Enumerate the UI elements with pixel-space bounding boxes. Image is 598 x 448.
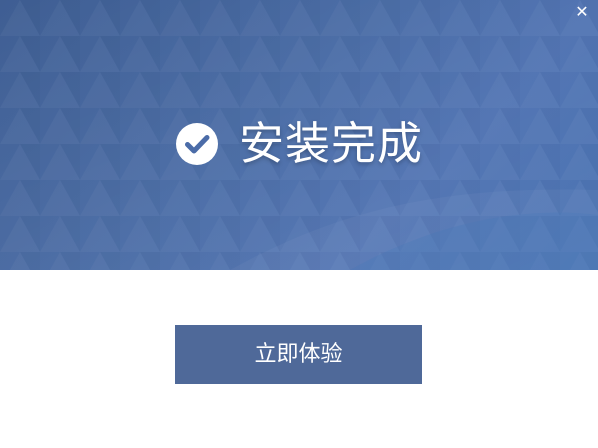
check-circle-icon	[175, 123, 218, 165]
try-now-button[interactable]: 立即体验	[175, 325, 422, 384]
page-title: 安装完成	[238, 117, 423, 170]
hero-banner: ✕ 安装完成	[0, 0, 598, 270]
close-button[interactable]: ✕	[572, 2, 592, 22]
installer-window: ✕ 安装完成 立即体验	[0, 0, 598, 448]
success-message: 安装完成	[0, 112, 598, 176]
